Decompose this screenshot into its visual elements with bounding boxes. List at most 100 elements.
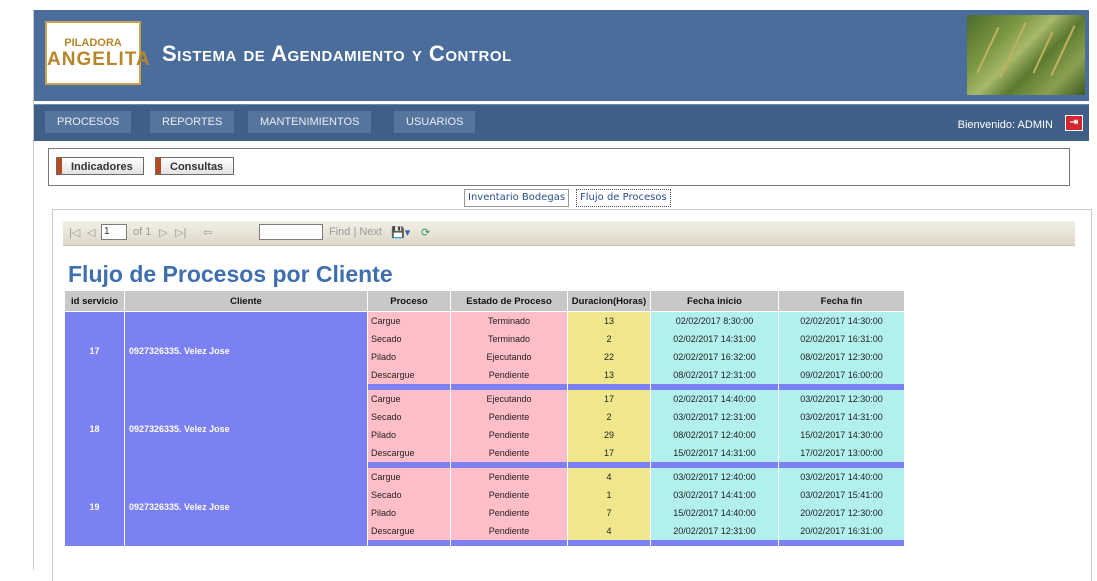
- client-cell: 0927326335. Velez Jose: [124, 311, 368, 390]
- fecha-inicio-cell: 02/02/2017 14:40:00: [650, 390, 779, 408]
- page-count: of 1: [133, 226, 152, 238]
- proceso-cell: Descargue: [367, 444, 451, 462]
- service-id-cell: 18: [64, 390, 125, 468]
- client-cell: 0927326335. Velez Jose: [124, 468, 368, 546]
- proceso-cell: Pilado: [367, 504, 451, 522]
- fecha-fin-cell: 20/02/2017 12:30:00: [778, 504, 905, 522]
- table-row: 18 0927326335. Velez Jose Cargue Ejecuta…: [64, 390, 905, 468]
- duracion-cell: 2: [567, 330, 651, 348]
- proceso-cell: Pilado: [367, 426, 451, 444]
- proceso-cell: Pilado: [367, 348, 451, 366]
- next-page-icon[interactable]: ▷: [159, 226, 167, 239]
- proceso-cell: Descargue: [367, 366, 451, 384]
- estado-cell: Ejecutando: [450, 390, 568, 408]
- fecha-fin-cell: 02/02/2017 16:31:00: [778, 330, 905, 348]
- proceso-cell: Secado: [367, 486, 451, 504]
- fecha-fin-cell: 03/02/2017 12:30:00: [778, 390, 905, 408]
- fecha-fin-cell: 20/02/2017 16:31:00: [778, 522, 905, 540]
- rice-field-image: [967, 15, 1085, 95]
- fecha-inicio-cell: 20/02/2017 12:31:00: [650, 522, 779, 540]
- estado-cell: Pendiente: [450, 486, 568, 504]
- fecha-fin-cell: 02/02/2017 14:30:00: [778, 311, 905, 330]
- column-header: Duracion(Horas): [567, 290, 651, 312]
- column-header: Fecha inicio: [650, 290, 779, 312]
- fecha-fin-cell: 17/02/2017 13:00:00: [778, 444, 905, 462]
- consultas-button[interactable]: Consultas: [155, 157, 235, 175]
- duracion-cell: 17: [567, 444, 651, 462]
- tab-flujo-de-procesos[interactable]: Flujo de Procesos: [576, 189, 671, 207]
- duracion-cell: 7: [567, 504, 651, 522]
- estado-cell: Terminado: [450, 311, 568, 330]
- estado-cell: Pendiente: [450, 468, 568, 486]
- first-page-icon[interactable]: |◁: [69, 226, 80, 239]
- export-icon[interactable]: 💾▾: [391, 226, 410, 239]
- fecha-inicio-cell: 03/02/2017 14:41:00: [650, 486, 779, 504]
- fecha-fin-cell: 09/02/2017 16:00:00: [778, 366, 905, 384]
- duracion-cell: 13: [567, 366, 651, 384]
- main-navbar: PROCESOS REPORTES MANTENIMIENTOS USUARIO…: [34, 104, 1089, 141]
- proceso-cell: Cargue: [367, 390, 451, 408]
- proceso-cell: Cargue: [367, 311, 451, 330]
- fecha-fin-cell: 15/02/2017 14:30:00: [778, 426, 905, 444]
- report-title: Flujo de Procesos por Cliente: [68, 261, 393, 287]
- duracion-cell: 2: [567, 408, 651, 426]
- logout-icon[interactable]: ⇥: [1065, 115, 1083, 131]
- logo-line-1: PILADORA: [64, 37, 122, 49]
- estado-cell: Pendiente: [450, 426, 568, 444]
- table-row: 17 0927326335. Velez Jose Cargue Termina…: [64, 311, 905, 390]
- column-header: Fecha fin: [778, 290, 905, 312]
- find-next-links[interactable]: Find | Next: [329, 226, 382, 238]
- fecha-inicio-cell: 08/02/2017 12:31:00: [650, 366, 779, 384]
- column-header: id servicio: [64, 290, 125, 312]
- duracion-cell: 4: [567, 468, 651, 486]
- indicadores-button[interactable]: Indicadores: [56, 157, 144, 175]
- previous-page-icon[interactable]: ◁: [87, 226, 95, 239]
- find-input[interactable]: [259, 224, 323, 240]
- report-toolbar: |◁ ◁ 1 of 1 ▷ ▷| ⇦ Find | Next 💾▾ ⟳: [63, 221, 1075, 246]
- proceso-cell: Descargue: [367, 522, 451, 540]
- tab-inventario-bodegas[interactable]: Inventario Bodegas: [464, 189, 570, 207]
- estado-cell: Pendiente: [450, 366, 568, 384]
- column-header: Estado de Proceso: [450, 290, 568, 312]
- logo-line-2: ANGELITA: [47, 49, 151, 70]
- last-page-icon[interactable]: ▷|: [175, 226, 186, 239]
- fecha-inicio-cell: 02/02/2017 16:32:00: [650, 348, 779, 366]
- fecha-inicio-cell: 02/02/2017 8:30:00: [650, 311, 779, 330]
- column-header: Cliente: [124, 290, 368, 312]
- nav-item-procesos[interactable]: PROCESOS: [45, 111, 132, 133]
- page-number-input[interactable]: 1: [101, 224, 127, 240]
- fecha-inicio-cell: 03/02/2017 12:31:00: [650, 408, 779, 426]
- processes-table: id servicio Cliente Proceso Estado de Pr…: [64, 290, 905, 546]
- estado-cell: Ejecutando: [450, 348, 568, 366]
- duracion-cell: 29: [567, 426, 651, 444]
- submenu-bar: Indicadores Consultas: [48, 148, 1070, 186]
- fecha-inicio-cell: 03/02/2017 12:40:00: [650, 468, 779, 486]
- duracion-cell: 22: [567, 348, 651, 366]
- service-id-cell: 17: [64, 311, 125, 390]
- duracion-cell: 1: [567, 486, 651, 504]
- estado-cell: Pendiente: [450, 408, 568, 426]
- proceso-cell: Secado: [367, 408, 451, 426]
- fecha-fin-cell: 03/02/2017 15:41:00: [778, 486, 905, 504]
- nav-item-reportes[interactable]: REPORTES: [150, 111, 235, 133]
- fecha-fin-cell: 03/02/2017 14:31:00: [778, 408, 905, 426]
- duracion-cell: 17: [567, 390, 651, 408]
- proceso-cell: Cargue: [367, 468, 451, 486]
- app-window: PILADORA ANGELITA Sistema de Agendamient…: [33, 10, 1092, 581]
- nav-item-mantenimientos[interactable]: MANTENIMIENTOS: [248, 111, 372, 133]
- estado-cell: Pendiente: [450, 522, 568, 540]
- proceso-cell: Secado: [367, 330, 451, 348]
- back-icon[interactable]: ⇦: [203, 226, 212, 239]
- refresh-icon[interactable]: ⟳: [421, 226, 430, 239]
- fecha-inicio-cell: 02/02/2017 14:31:00: [650, 330, 779, 348]
- nav-item-usuarios[interactable]: USUARIOS: [394, 111, 476, 133]
- fecha-fin-cell: 08/02/2017 12:30:00: [778, 348, 905, 366]
- fecha-inicio-cell: 08/02/2017 12:40:00: [650, 426, 779, 444]
- welcome-text: Bienvenido: ADMIN: [957, 119, 1053, 131]
- table-header-row: id servicio Cliente Proceso Estado de Pr…: [64, 290, 905, 312]
- duracion-cell: 13: [567, 311, 651, 330]
- fecha-inicio-cell: 15/02/2017 14:31:00: [650, 444, 779, 462]
- service-id-cell: 19: [64, 468, 125, 546]
- estado-cell: Terminado: [450, 330, 568, 348]
- app-header: PILADORA ANGELITA Sistema de Agendamient…: [34, 10, 1089, 101]
